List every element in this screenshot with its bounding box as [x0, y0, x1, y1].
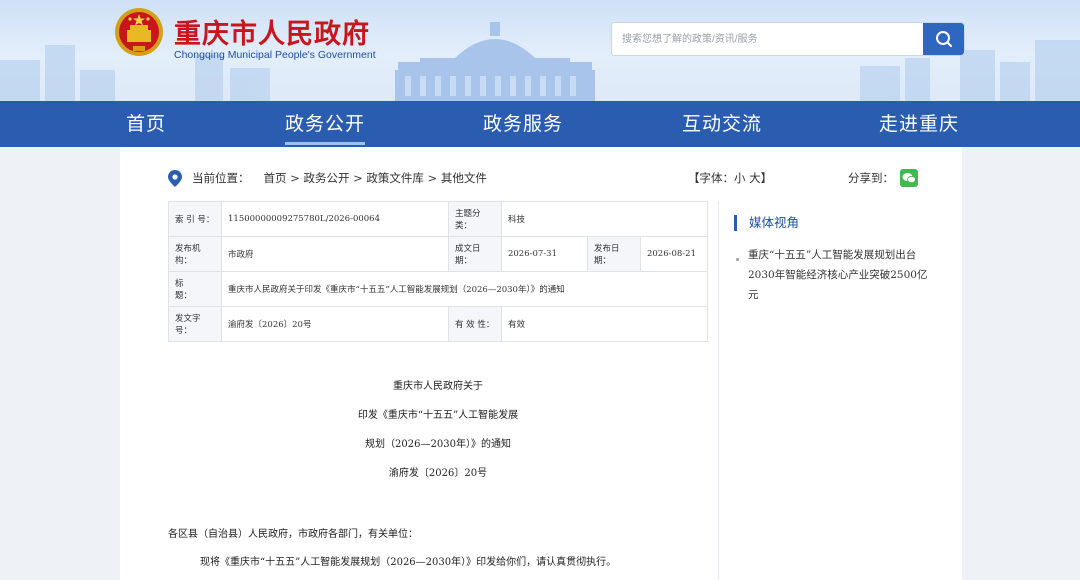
- share-bar: 分享到：: [848, 169, 918, 187]
- font-small-button[interactable]: 小: [734, 171, 746, 185]
- font-size-suffix: 】: [760, 171, 773, 185]
- font-large-button[interactable]: 大: [749, 171, 761, 185]
- validity-label: 有 效 性：: [447, 306, 502, 342]
- validity-value: 有效: [500, 306, 709, 342]
- index-value: 11500000009275780L/2026-00064: [221, 201, 449, 237]
- index-label: 索 引 号：: [168, 201, 222, 237]
- main-nav: 首页 政务公开 政务服务 互动交流 走进重庆: [0, 101, 1080, 147]
- issuer-value: 市政府: [221, 236, 449, 272]
- nav-item-about-chongqing[interactable]: 走进重庆: [879, 101, 959, 147]
- heading-line: 印发《重庆市“十五五”人工智能发展: [357, 410, 519, 421]
- search-button[interactable]: [923, 23, 964, 55]
- site-title[interactable]: 重庆市人民政府: [174, 12, 370, 51]
- wechat-share-button[interactable]: [900, 169, 918, 187]
- document-meta-table: 索 引 号： 11500000009275780L/2026-00064 主题分…: [168, 201, 709, 342]
- title-label: 标 题：: [168, 271, 222, 307]
- nav-item-interaction[interactable]: 互动交流: [682, 101, 762, 147]
- font-size-prefix: 【字体：: [688, 171, 734, 185]
- location-pin-icon: [168, 169, 182, 187]
- published-date-label: 发布日期：: [586, 236, 641, 272]
- table-row: 发布机构： 市政府 成文日期： 2026-07-31 发布日期： 2026-08…: [168, 236, 709, 272]
- written-date-value: 2026-07-31: [500, 236, 588, 272]
- topic-value: 科技: [500, 201, 709, 237]
- topic-label: 主题分类：: [447, 201, 502, 237]
- written-date-label: 成文日期：: [447, 236, 502, 272]
- search-icon: [935, 31, 952, 47]
- document-greeting: 各区县（自治县）人民政府，市政府各部门，有关单位：: [168, 529, 418, 540]
- breadcrumb-path[interactable]: 首页 > 政务公开 > 政策文件库 > 其他文件: [264, 170, 487, 186]
- national-emblem-icon: [115, 8, 163, 56]
- nav-item-home[interactable]: 首页: [125, 101, 167, 147]
- media-sidebar: 媒体视角 重庆“十五五”人工智能发展规划出台 2030年智能经济核心产业突破25…: [734, 215, 934, 305]
- breadcrumb: 当前位置： 首页 > 政务公开 > 政策文件库 > 其他文件: [168, 169, 487, 187]
- content-panel: 当前位置： 首页 > 政务公开 > 政策文件库 > 其他文件 【字体：小 大】 …: [120, 147, 962, 580]
- issuer-label: 发布机构：: [168, 236, 222, 272]
- doc-number-label: 发文字号：: [168, 306, 222, 342]
- font-size-control: 【字体：小 大】: [688, 170, 772, 186]
- document-number: 渝府发〔2026〕20号: [388, 468, 488, 479]
- nav-item-gov-services[interactable]: 政务服务: [483, 101, 563, 147]
- search-input[interactable]: [612, 23, 924, 55]
- site-subtitle: Chongqing Municipal People's Government: [174, 49, 376, 61]
- heading-line: 重庆市人民政府关于: [393, 381, 483, 392]
- sidebar-heading: 媒体视角: [734, 215, 934, 231]
- site-header: 重庆市人民政府 Chongqing Municipal People's Gov…: [0, 0, 1080, 101]
- share-label: 分享到：: [848, 171, 894, 185]
- wechat-icon: [902, 173, 916, 184]
- published-date-value: 2026-08-21: [639, 236, 709, 272]
- document-body: 现将《重庆市“十五五”人工智能发展规划（2026—2030年）》印发给你们，请认…: [200, 557, 617, 568]
- title-value: 重庆市人民政府关于印发《重庆市“十五五”人工智能发展规划（2026—2030年）…: [221, 271, 708, 307]
- table-row: 标 题： 重庆市人民政府关于印发《重庆市“十五五”人工智能发展规划（2026—2…: [168, 271, 708, 307]
- table-row: 索 引 号： 11500000009275780L/2026-00064 主题分…: [168, 201, 709, 237]
- breadcrumb-label: 当前位置：: [192, 171, 250, 185]
- heading-line: 规划（2026—2030年）》的通知: [365, 439, 511, 450]
- nav-item-gov-affairs-open[interactable]: 政务公开: [285, 101, 365, 147]
- search-box: [611, 22, 965, 56]
- sidebar-news-link[interactable]: 重庆“十五五”人工智能发展规划出台 2030年智能经济核心产业突破2500亿元: [734, 245, 934, 305]
- column-divider: [718, 201, 719, 580]
- doc-number-value: 渝府发〔2026〕20号: [221, 306, 449, 342]
- table-row: 发文字号： 渝府发〔2026〕20号 有 效 性： 有效: [168, 306, 709, 342]
